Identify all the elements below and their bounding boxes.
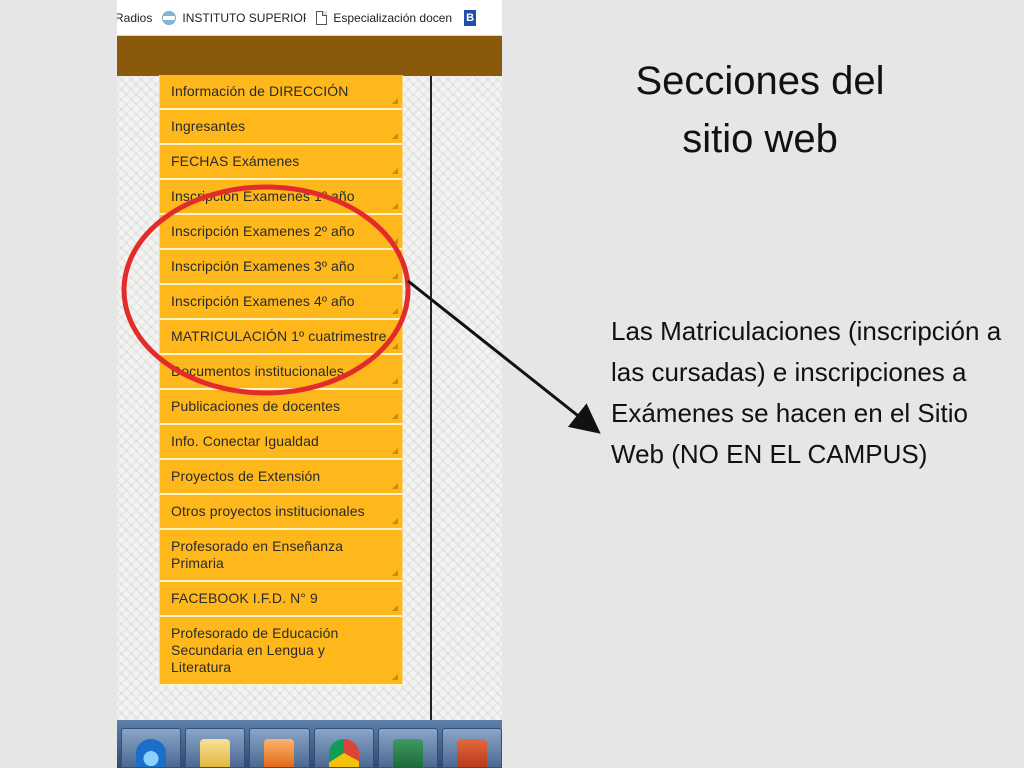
bookmark-b[interactable]: B [462, 0, 486, 35]
excel-icon [392, 739, 423, 767]
menu-item[interactable]: Otros proyectos institucionales [159, 495, 403, 530]
menu-item[interactable]: Profesorado en Enseñanza Primaria [159, 530, 403, 582]
taskbar-button[interactable] [249, 728, 310, 768]
site-section-menu: Información de DIRECCIÓN Ingresantes FECHA… [159, 75, 403, 686]
menu-item[interactable]: Inscripción Examenes 2º año [159, 215, 403, 250]
folder-icon [200, 739, 231, 767]
menu-item[interactable]: Ingresantes [159, 110, 403, 145]
taskbar-button[interactable] [377, 728, 438, 768]
chrome-icon [328, 739, 359, 767]
ie-icon [136, 739, 167, 767]
site-header-bar [117, 36, 502, 76]
menu-item[interactable]: MATRICULACIÓN 1º cuatrimestre [159, 320, 403, 355]
media-icon [264, 739, 295, 767]
windows-taskbar [117, 720, 502, 768]
b-logo-icon: B [464, 9, 477, 26]
bookmark-label: Radios [117, 10, 153, 25]
bookmarks-bar: Radios INSTITUTO SUPERIOR Especializació… [117, 0, 502, 36]
menu-item[interactable]: Inscripción Examenes 4º año [159, 285, 403, 320]
flag-icon [162, 10, 177, 25]
menu-item[interactable]: Inscripción Examenes 3º año [159, 250, 403, 285]
menu-item[interactable]: Publicaciones de docentes [159, 390, 403, 425]
menu-item[interactable]: Proyectos de Extensión [159, 460, 403, 495]
browser-screenshot: Radios INSTITUTO SUPERIOR Especializació… [117, 0, 502, 768]
document-icon [316, 10, 328, 25]
bookmark-label: INSTITUTO SUPERIOR [182, 10, 307, 25]
taskbar-button[interactable] [313, 728, 374, 768]
bookmark-instituto[interactable]: INSTITUTO SUPERIOR [162, 0, 316, 35]
menu-item[interactable]: Inscripción Examenes 1º año [159, 180, 403, 215]
slide-title: Secciones del sitio web [635, 59, 885, 161]
taskbar-button[interactable] [185, 728, 246, 768]
column-divider [430, 76, 432, 720]
taskbar-button[interactable] [441, 728, 502, 768]
menu-item[interactable]: Profesorado de Educación Secundaria en L… [159, 617, 403, 686]
menu-item[interactable]: Información de DIRECCIÓN [159, 75, 403, 110]
bookmark-radios[interactable]: Radios [117, 0, 162, 35]
taskbar-button[interactable] [121, 728, 182, 768]
ppt-icon [456, 739, 487, 767]
menu-item[interactable]: Documentos institucionales [159, 355, 403, 390]
bookmark-label: Especialización docen [333, 10, 453, 25]
menu-item[interactable]: FACEBOOK I.F.D. N° 9 [159, 582, 403, 617]
menu-item[interactable]: FECHAS Exámenes [159, 145, 403, 180]
bookmark-especializacion[interactable]: Especialización docen [316, 0, 462, 35]
menu-item[interactable]: Info. Conectar Igualdad [159, 425, 403, 460]
slide-body-text: Las Matriculaciones (inscripción a las c… [611, 316, 1002, 469]
